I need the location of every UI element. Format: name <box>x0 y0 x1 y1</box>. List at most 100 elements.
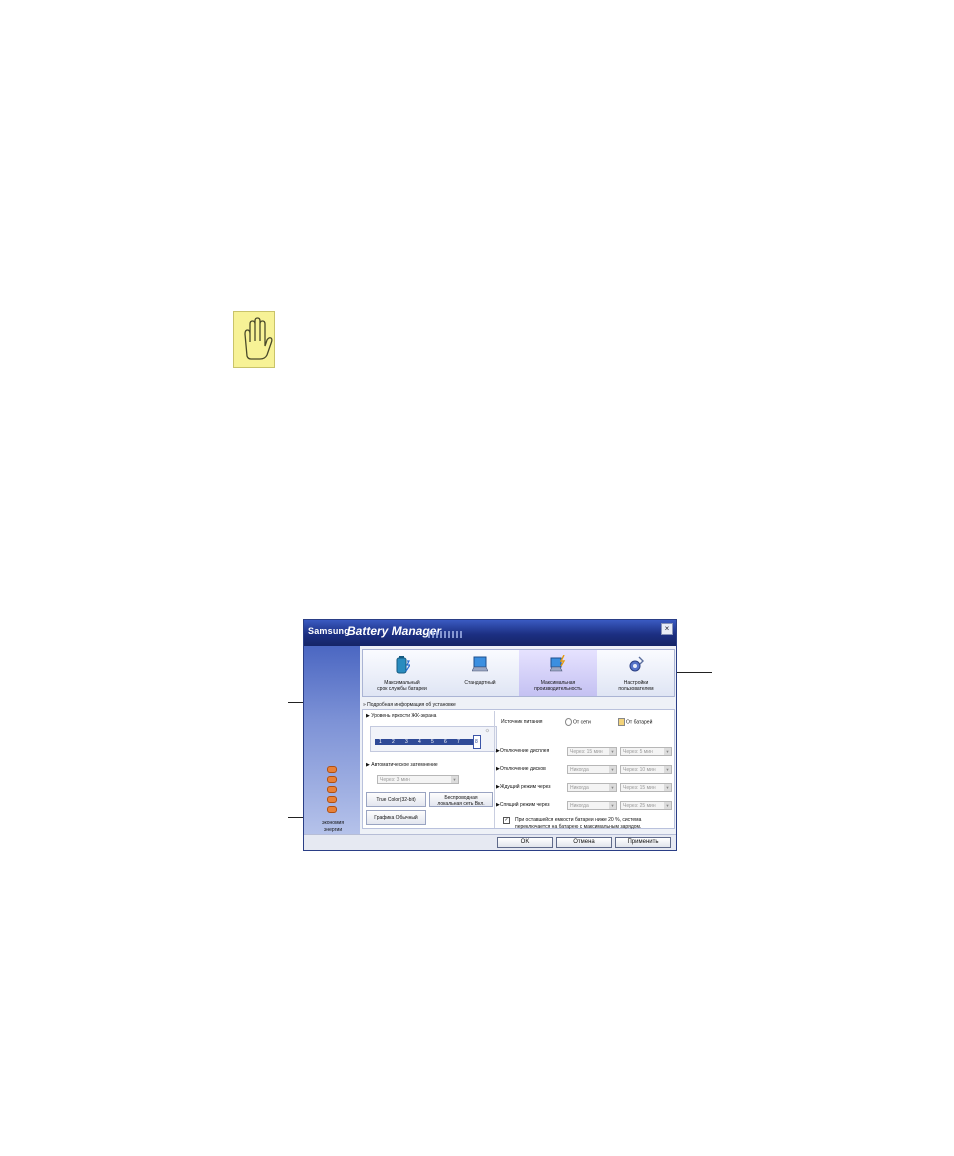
ok-label: OK <box>520 839 530 845</box>
wireless-lan-button[interactable]: Беспроводная локальная сеть Вкл. <box>429 792 493 807</box>
triangle-icon: ▶ <box>366 762 370 768</box>
brightness-sun-icon: ☼ <box>484 728 491 734</box>
setting-label-text: Отключение дисков <box>499 766 546 772</box>
setting-label-text: Ждущий режим через <box>499 784 551 790</box>
ok-button[interactable]: OK <box>497 837 553 848</box>
energy-dot <box>327 786 337 793</box>
hibernate-battery-select[interactable]: Через: 25 мин ▼ <box>620 801 672 810</box>
power-source-ac-label: От сети <box>573 719 591 726</box>
mode-max-battery-life[interactable]: Максимальный срок службы батареи <box>363 650 441 696</box>
notice-line2: переключается на батарею с максимальным … <box>515 824 642 830</box>
slider-selected-value: 8 <box>475 739 478 745</box>
chevron-down-icon: ▼ <box>609 748 616 755</box>
energy-saving-indicator <box>327 766 337 816</box>
slider-tick: 6 <box>444 739 447 745</box>
chevron-down-icon: ▼ <box>609 802 616 809</box>
auto-dim-label-text: Автоматическое затемнение <box>371 762 438 768</box>
auto-dim-label: ▶ Автоматическое затемнение <box>366 762 438 768</box>
notice-line1: При оставшейся емкости батареи ниже 20 %… <box>515 817 642 823</box>
settings-panel: ▶ Уровень яркости ЖК-экрана 1 2 3 4 5 6 … <box>362 709 676 831</box>
standby-battery-select[interactable]: Через: 15 мин ▼ <box>620 783 672 792</box>
cancel-label: Отмена <box>573 839 595 845</box>
apply-label: Применить <box>627 839 659 845</box>
gear-wrench-icon <box>629 656 644 672</box>
chevron-down-icon: ▼ <box>609 784 616 791</box>
hibernate-ac-select[interactable]: Никогда ▼ <box>567 801 617 810</box>
slider-tick: 1 <box>379 739 382 745</box>
cancel-button[interactable]: Отмена <box>556 837 612 848</box>
brightness-slider[interactable]: 1 2 3 4 5 6 7 8 ☼ <box>370 726 497 752</box>
standby-ac-select[interactable]: Никогда ▼ <box>567 783 617 792</box>
setting-label-display: ▶Отключение дисплея <box>496 748 549 754</box>
laptop-icon <box>472 656 488 672</box>
auto-switch-battery-checkbox[interactable]: ✓ <box>503 817 510 824</box>
mode-label-line2: пользователем <box>618 686 654 692</box>
apply-button[interactable]: Применить <box>615 837 671 848</box>
auto-switch-notice: При оставшейся емкости батареи ниже 20 %… <box>515 817 641 831</box>
chevron-down-icon: ▼ <box>664 766 671 773</box>
slider-tick: 5 <box>431 739 434 745</box>
setting-label-text: Отключение дисплея <box>499 748 550 754</box>
disks-off-battery-select[interactable]: Через: 10 мин ▼ <box>620 765 672 774</box>
select-value: Никогда <box>570 785 589 791</box>
setting-label-hibernate: ▶Спящий режим через <box>496 802 550 808</box>
button-bar: OK Отмена Применить <box>304 834 676 850</box>
power-source-label: Источник питания <box>501 719 543 725</box>
select-value: Через: 5 мин <box>623 749 653 755</box>
wireless-label-line2: локальная сеть Вкл. <box>437 801 485 807</box>
mode-tabs: Максимальный срок службы батареи Стандар… <box>362 649 675 697</box>
plug-icon <box>565 718 572 726</box>
close-button[interactable]: × <box>661 623 673 635</box>
chevron-down-icon: ▼ <box>451 776 458 783</box>
window-title: Battery Manager <box>347 624 442 638</box>
energy-dot <box>327 766 337 773</box>
laptop-lightning-icon <box>550 655 566 672</box>
display-off-ac-select[interactable]: Через: 15 мин ▼ <box>567 747 617 756</box>
slider-knob[interactable]: 8 <box>473 735 481 749</box>
mode-label-line1: Стандартный <box>464 680 496 686</box>
energy-dot <box>327 776 337 783</box>
mode-max-performance[interactable]: Максимальная производительность <box>519 650 597 696</box>
callout-line-modes <box>677 672 712 673</box>
true-color-button[interactable]: True Color(32-bit) <box>366 792 426 807</box>
display-off-battery-select[interactable]: Через: 5 мин ▼ <box>620 747 672 756</box>
disks-off-ac-select[interactable]: Никогда ▼ <box>567 765 617 774</box>
chevron-down-icon: ▼ <box>664 802 671 809</box>
select-value: Никогда <box>570 767 589 773</box>
select-value: Через: 15 мин <box>570 749 603 755</box>
power-source-battery-option[interactable]: От батарей <box>618 718 652 726</box>
mode-label-line2: производительность <box>534 686 582 692</box>
slider-tick: 2 <box>392 739 395 745</box>
slider-tick: 4 <box>418 739 421 745</box>
energy-dot <box>327 796 337 803</box>
detail-info-link[interactable]: » Подробная информация об установке <box>363 702 456 708</box>
energy-saving-label-line2: энергии <box>323 827 343 833</box>
battery-icon <box>396 656 410 674</box>
mode-user-settings[interactable]: Настройки пользователем <box>597 650 675 696</box>
graphics-label: Графика Обычный <box>374 815 418 821</box>
title-bar: Samsung Battery Manager × <box>304 620 676 646</box>
setting-label-disks: ▶Отключение дисков <box>496 766 546 772</box>
select-value: Через: 10 мин <box>623 767 656 773</box>
chevron-down-icon: ▼ <box>609 766 616 773</box>
mode-standard[interactable]: Стандартный <box>441 650 519 696</box>
battery-manager-window: Samsung Battery Manager × экономия энерг… <box>303 619 677 851</box>
energy-saving-label: экономия энергии <box>312 820 354 834</box>
select-value: Никогда <box>570 803 589 809</box>
chevron-down-icon: ▼ <box>664 748 671 755</box>
left-panel: экономия энергии <box>304 646 360 834</box>
true-color-label: True Color(32-bit) <box>376 797 416 803</box>
energy-dot <box>327 806 337 813</box>
auto-dim-select[interactable]: Через: 3 мин ▼ <box>377 775 459 784</box>
caution-hand-icon <box>233 311 275 368</box>
power-source-battery-label: От батарей <box>626 719 653 726</box>
brand-label: Samsung <box>308 626 350 636</box>
mode-label-line2: срок службы батареи <box>377 686 427 692</box>
power-source-ac-option[interactable]: От сети <box>565 718 591 726</box>
graphics-button[interactable]: Графика Обычный <box>366 810 426 825</box>
energy-saving-label-line1: экономия <box>321 820 345 826</box>
power-options-panel: Источник питания От сети От батарей ▶Отк… <box>494 711 676 831</box>
setting-label-standby: ▶Ждущий режим через <box>496 784 551 790</box>
auto-dim-value: Через: 3 мин <box>380 777 410 783</box>
brightness-label: ▶ Уровень яркости ЖК-экрана <box>366 713 436 719</box>
